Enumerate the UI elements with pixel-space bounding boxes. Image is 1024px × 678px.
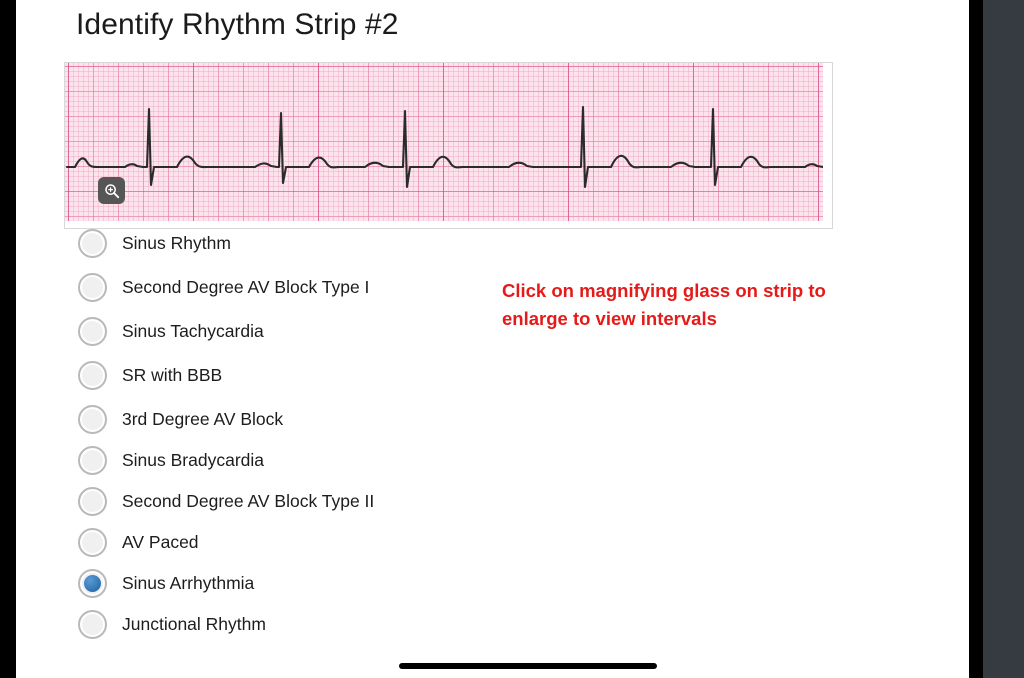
radio-button[interactable] [78, 228, 107, 258]
option-label: Sinus Arrhythmia [122, 572, 255, 593]
radio-button[interactable] [78, 486, 107, 516]
option-label: SR with BBB [122, 364, 223, 385]
home-indicator [399, 663, 657, 669]
radio-button[interactable] [78, 609, 107, 639]
quiz-page: Identify Rhythm Strip #2 Click on magnif… [16, 0, 969, 678]
page-title: Identify Rhythm Strip #2 [76, 8, 399, 41]
radio-button-selected[interactable] [78, 568, 107, 598]
option-label: Sinus Tachycardia [122, 320, 264, 341]
radio-button[interactable] [78, 445, 107, 475]
ecg-strip-container[interactable] [64, 62, 833, 229]
option-second-degree-av-block-type-ii[interactable]: Second Degree AV Block Type II [78, 486, 498, 516]
instruction-line-2: enlarge to view intervals [502, 308, 717, 329]
instruction-note: Click on magnifying glass on strip to en… [502, 277, 902, 333]
option-label: Junctional Rhythm [122, 613, 266, 634]
answer-options-list: Sinus Rhythm Second Degree AV Block Type… [78, 228, 498, 650]
device-bezel-right [969, 0, 983, 678]
option-sr-with-bbb[interactable]: SR with BBB [78, 360, 498, 390]
option-label: 3rd Degree AV Block [122, 408, 284, 429]
radio-button[interactable] [78, 316, 107, 346]
magnifying-glass-plus-icon [104, 183, 119, 198]
instruction-line-1: Click on magnifying glass on strip to [502, 280, 826, 301]
option-sinus-tachycardia[interactable]: Sinus Tachycardia [78, 316, 498, 346]
option-sinus-bradycardia[interactable]: Sinus Bradycardia [78, 445, 498, 475]
option-second-degree-av-block-type-i[interactable]: Second Degree AV Block Type I [78, 272, 498, 302]
radio-button[interactable] [78, 272, 107, 302]
side-toolbar [983, 0, 1024, 678]
option-label: AV Paced [122, 531, 199, 552]
device-bezel-left [0, 0, 16, 678]
radio-button[interactable] [78, 360, 107, 390]
screen: Identify Rhythm Strip #2 Click on magnif… [0, 0, 1024, 678]
option-label: Sinus Bradycardia [122, 449, 265, 470]
option-sinus-arrhythmia[interactable]: Sinus Arrhythmia [78, 568, 498, 598]
option-3rd-degree-av-block[interactable]: 3rd Degree AV Block [78, 404, 498, 434]
magnifying-glass-button[interactable] [98, 177, 125, 204]
option-label: Sinus Rhythm [122, 232, 231, 253]
option-sinus-rhythm[interactable]: Sinus Rhythm [78, 228, 498, 258]
option-label: Second Degree AV Block Type II [122, 490, 375, 511]
radio-button[interactable] [78, 527, 107, 557]
ecg-waveform [65, 105, 823, 189]
option-label: Second Degree AV Block Type I [122, 276, 370, 297]
option-junctional-rhythm[interactable]: Junctional Rhythm [78, 609, 498, 639]
radio-button[interactable] [78, 404, 107, 434]
option-av-paced[interactable]: AV Paced [78, 527, 498, 557]
